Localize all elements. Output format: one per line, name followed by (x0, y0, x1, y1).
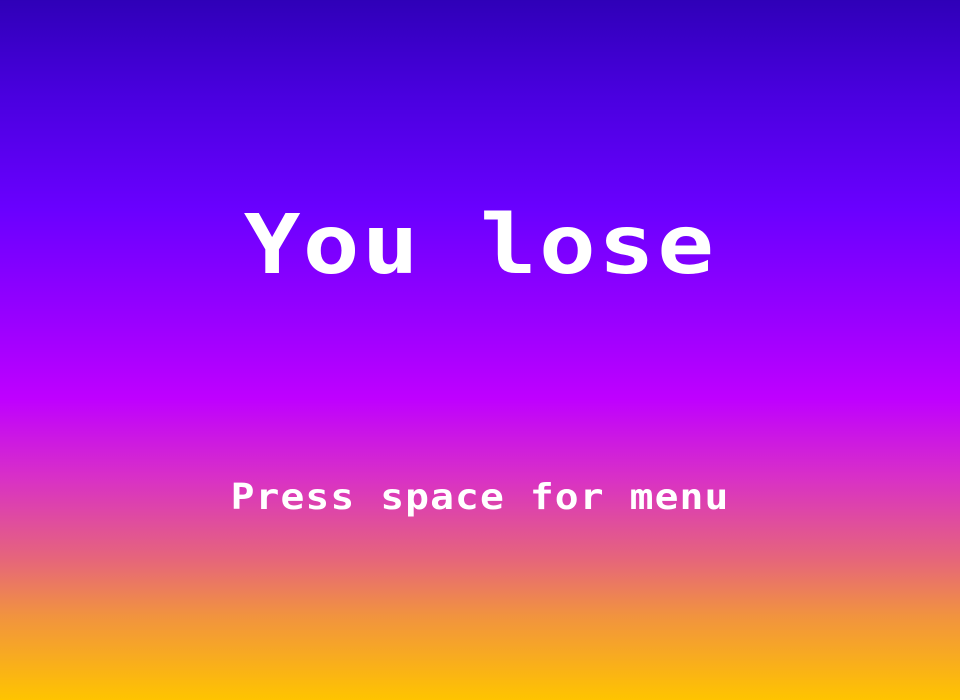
game-over-screen: You lose Press space for menu (0, 0, 960, 700)
game-over-title: You lose (243, 198, 717, 293)
return-to-menu-prompt: Press space for menu (230, 477, 730, 518)
